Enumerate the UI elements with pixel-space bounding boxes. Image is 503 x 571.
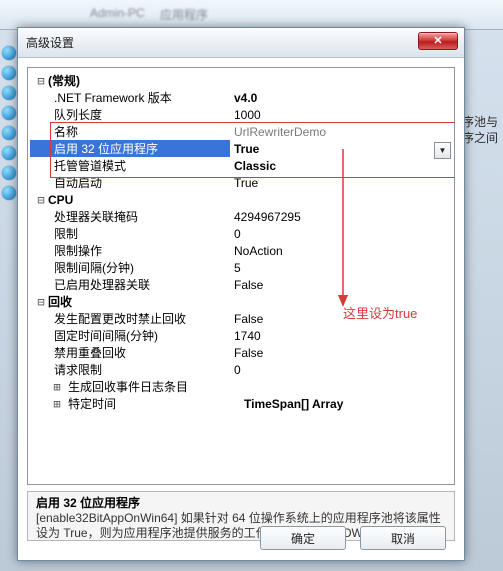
row-gen-events[interactable]: ⊞ 生成回收事件日志条目 [30,378,452,395]
prop-value: 0 [230,227,452,241]
close-button[interactable]: ✕ [418,32,458,50]
property-grid[interactable]: ⊟ (常规) .NET Framework 版本 v4.0 队列长度 1000 … [27,67,455,485]
expand-icon[interactable]: ⊞ [50,397,64,411]
prop-label: 已启用处理器关联 [34,276,230,293]
prop-value: 4294967295 [230,210,452,224]
prop-value: False [230,312,452,326]
collapse-icon[interactable]: ⊟ [34,295,48,309]
expand-icon[interactable]: ⊞ [50,380,64,394]
prop-label: 处理器关联掩码 [34,208,230,225]
prop-value: v4.0 [230,91,452,105]
prop-value: True [230,176,452,190]
collapse-icon[interactable]: ⊟ [34,193,48,207]
cancel-button[interactable]: 取消 [360,526,446,550]
dialog-button-bar: 确定 取消 [18,526,464,550]
category-label: 回收 [48,293,72,310]
prop-value: Classic [230,159,452,173]
prop-label: 固定时间间隔(分钟) [34,327,230,344]
row-cpu-affinity-enabled[interactable]: 已启用处理器关联 False [30,276,452,293]
row-net-framework[interactable]: .NET Framework 版本 v4.0 [30,89,452,106]
prop-label: 限制操作 [34,242,230,259]
prop-label: .NET Framework 版本 [34,89,230,106]
background-toolbar: Admin-PC 应用程序 [0,0,503,30]
prop-label: 特定时间 [64,395,240,412]
prop-value: 0 [230,363,452,377]
prop-value: 1000 [230,108,452,122]
prop-value: 1740 [230,329,452,343]
prop-value: False [230,278,452,292]
prop-label: 自动启动 [34,174,230,191]
row-queue-length[interactable]: 队列长度 1000 [30,106,452,123]
collapse-icon[interactable]: ⊟ [34,74,48,88]
row-pipeline-mode[interactable]: 托管管道模式 Classic [30,157,452,174]
prop-label: 限制间隔(分钟) [34,259,230,276]
row-name[interactable]: 名称 UrlRewriterDemo [30,123,452,140]
row-autostart[interactable]: 自动启动 True [30,174,452,191]
background-icons [2,40,16,206]
prop-value: TimeSpan[] Array [240,397,452,411]
prop-value: True ▼ [230,142,452,156]
category-label: (常规) [48,72,80,89]
close-icon: ✕ [433,36,442,47]
ok-button[interactable]: 确定 [260,526,346,550]
category-label: CPU [48,193,73,207]
row-enable-32bit[interactable]: 启用 32 位应用程序 True ▼ [30,140,452,157]
chevron-down-icon: ▼ [439,146,447,155]
row-cpu-limit-action[interactable]: 限制操作 NoAction [30,242,452,259]
row-no-overlap[interactable]: 禁用重叠回收 False [30,344,452,361]
dropdown-button[interactable]: ▼ [434,142,451,159]
category-general[interactable]: ⊟ (常规) [30,72,452,89]
category-cpu[interactable]: ⊟ CPU [30,191,452,208]
row-request-limit[interactable]: 请求限制 0 [30,361,452,378]
prop-value: False [230,346,452,360]
prop-label: 限制 [34,225,230,242]
advanced-settings-dialog: 高级设置 ✕ ⊟ (常规) .NET Framework 版本 v4.0 [17,27,465,561]
prop-label: 队列长度 [34,106,230,123]
row-fixed-interval[interactable]: 固定时间间隔(分钟) 1740 [30,327,452,344]
prop-label: 发生配置更改时禁止回收 [34,310,230,327]
prop-label: 生成回收事件日志条目 [64,378,240,395]
row-cpu-affinity[interactable]: 处理器关联掩码 4294967295 [30,208,452,225]
prop-label: 托管管道模式 [34,157,230,174]
background-side-text: 序池与序之间 [462,114,498,146]
row-specific-time[interactable]: ⊞ 特定时间 TimeSpan[] Array [30,395,452,412]
prop-label: 启用 32 位应用程序 [30,140,230,157]
description-title: 启用 32 位应用程序 [36,496,446,511]
prop-label: 禁用重叠回收 [34,344,230,361]
bg-text-2: 应用程序 [160,6,208,23]
prop-value: 5 [230,261,452,275]
prop-label: 名称 [34,123,230,140]
dialog-titlebar[interactable]: 高级设置 ✕ [18,28,464,58]
row-cpu-limit-interval[interactable]: 限制间隔(分钟) 5 [30,259,452,276]
prop-value: UrlRewriterDemo [230,125,452,139]
dialog-title: 高级设置 [26,34,74,51]
annotation-text: 这里设为true [343,303,417,322]
prop-value: NoAction [230,244,452,258]
bg-text-1: Admin-PC [90,6,145,20]
row-cpu-limit[interactable]: 限制 0 [30,225,452,242]
prop-label: 请求限制 [34,361,230,378]
